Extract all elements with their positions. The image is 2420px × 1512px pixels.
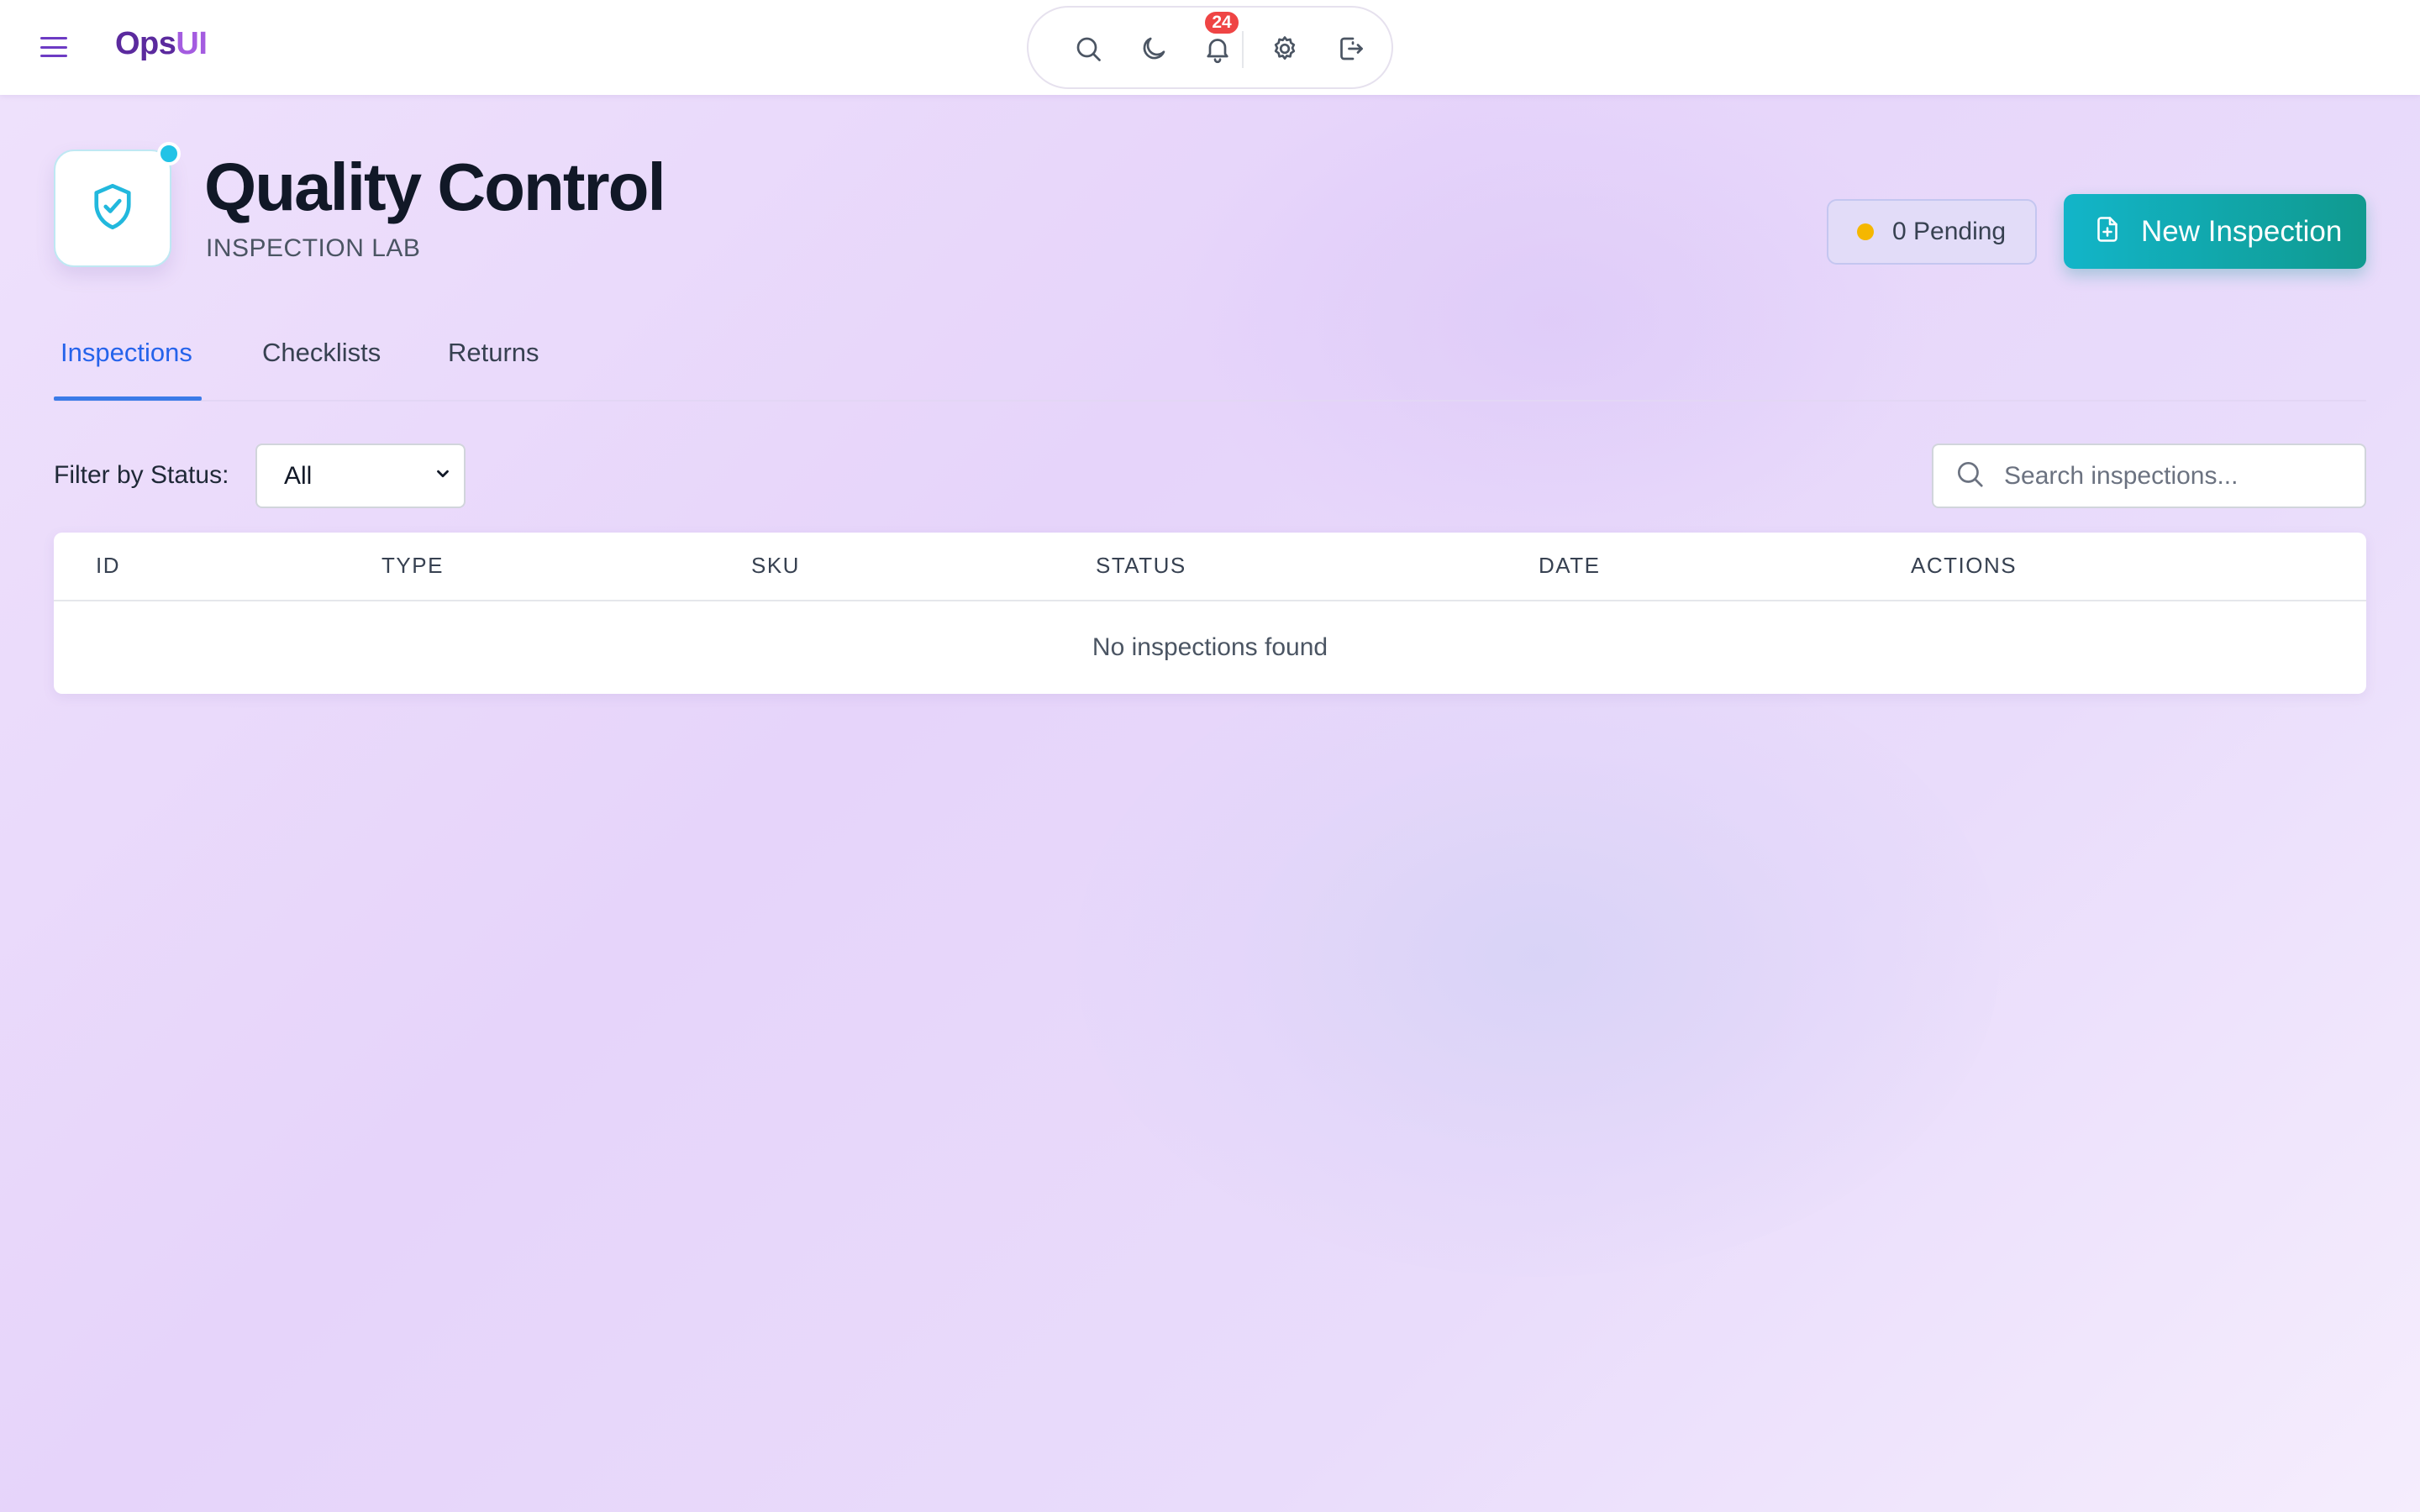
table-header: ID TYPE SKU STATUS DATE ACTIONS [54,533,2366,601]
background-glow [1076,638,2000,1277]
tab-bar: Inspections Checklists Returns [54,319,2366,402]
tab-returns[interactable]: Returns [448,338,539,368]
pending-badge[interactable]: 0 Pending [1827,199,2037,265]
page-title: Quality Control [204,150,666,224]
pill-divider [1242,31,1244,68]
column-header-actions: ACTIONS [1911,553,2018,578]
column-header-date[interactable]: DATE [1539,553,1600,579]
top-bar: OpsUI 24 [0,0,2420,95]
status-filter-select[interactable]: All [255,444,466,508]
brand-name-part2: UI [176,26,208,61]
column-header-type[interactable]: TYPE [381,553,444,579]
logout-icon[interactable] [1329,28,1371,70]
page-logo [54,150,171,267]
search-icon[interactable] [1067,28,1109,70]
status-indicator [157,142,181,165]
shield-check-icon [85,179,140,239]
gear-icon[interactable] [1264,28,1306,70]
empty-state-message: No inspections found [1092,633,1328,661]
tab-inspections[interactable]: Inspections [60,338,192,368]
search-icon [1954,458,1986,494]
brand-logo[interactable]: OpsUI [115,26,208,62]
notification-badge: 24 [1203,10,1240,35]
brand-name-part1: Ops [115,26,176,61]
file-plus-icon [2092,214,2123,249]
inspections-table: ID TYPE SKU STATUS DATE ACTIONS No inspe… [54,533,2366,694]
pending-label: 0 Pending [1892,218,2007,245]
page-subtitle: INSPECTION LAB [206,234,421,262]
menu-icon[interactable] [37,32,71,62]
column-header-sku[interactable]: SKU [751,553,800,579]
column-header-status[interactable]: STATUS [1096,553,1186,579]
tab-checklists[interactable]: Checklists [262,338,381,368]
filter-label: Filter by Status: [54,461,229,489]
column-header-id[interactable]: ID [96,553,120,579]
status-filter-value: All [284,461,313,490]
search-field [1932,444,2366,508]
new-inspection-button[interactable]: New Inspection [2064,194,2366,269]
pending-dot [1857,223,1874,240]
new-inspection-label: New Inspection [2141,214,2343,248]
search-input[interactable] [2004,461,2357,491]
moon-icon[interactable] [1133,28,1175,70]
chevron-down-icon [434,465,452,487]
active-tab-indicator [54,396,202,401]
